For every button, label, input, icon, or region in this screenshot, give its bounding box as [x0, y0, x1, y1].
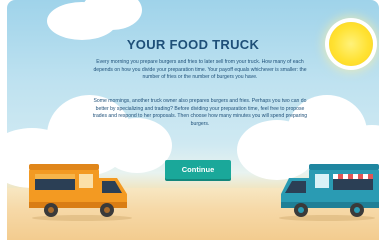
- instructions-paragraph-1: Every morning you prepare burgers and fr…: [93, 59, 307, 81]
- continue-button[interactable]: Continue: [165, 160, 231, 179]
- teal-food-truck-icon: [279, 164, 379, 221]
- page-title: YOUR FOOD TRUCK: [126, 37, 260, 52]
- orange-food-truck-icon: [29, 164, 132, 221]
- instructions-paragraph-2: Some mornings, another truck owner also …: [92, 98, 308, 127]
